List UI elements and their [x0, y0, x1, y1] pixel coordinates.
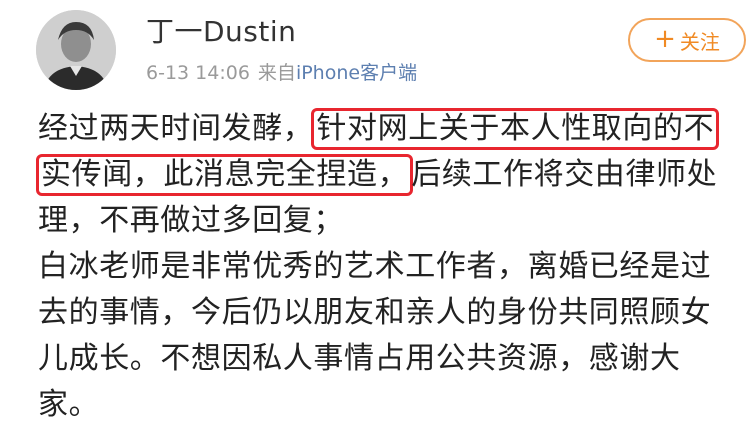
- text-line: 去的事情，今后仍以朋友和亲人的身份共同照顾女: [38, 290, 728, 336]
- text-segment: 去的事情，今后仍以朋友和亲人的身份共同照顾女: [38, 295, 712, 330]
- text-line: 家。: [38, 382, 728, 428]
- post-meta: 6-13 14:06 来自iPhone客户端: [146, 58, 417, 85]
- text-line: 实传闻，此消息完全捏造， 后续工作将交由律师处: [36, 152, 728, 198]
- post-source-prefix: 来自: [257, 62, 296, 84]
- post-body: 经过两天时间发酵， 针对网上关于本人性取向的不 实传闻，此消息完全捏造， 后续工作将…: [36, 106, 728, 428]
- text-segment: 儿成长。不想因私人事情占用公共资源，感谢大: [38, 341, 681, 376]
- post-time: 6-13 14:06: [146, 62, 250, 84]
- text-line: 理，不再做过多回复；: [38, 198, 728, 244]
- text-segment: 白冰老师是非常优秀的艺术工作者，离婚已经是过: [38, 249, 712, 284]
- highlighted-text: 针对网上关于本人性取向的不: [311, 108, 720, 150]
- post-header: 丁一Dustin 6-13 14:06 来自iPhone客户端 + 关注: [0, 0, 756, 100]
- avatar-image: [36, 10, 116, 90]
- text-segment: 理，不再做过多回复；: [38, 203, 344, 238]
- avatar[interactable]: [36, 10, 116, 90]
- text-segment: 家。: [38, 387, 100, 422]
- plus-icon: +: [654, 24, 676, 54]
- text-line: 白冰老师是非常优秀的艺术工作者，离婚已经是过: [38, 244, 728, 290]
- text-line: 经过两天时间发酵， 针对网上关于本人性取向的不: [38, 106, 728, 152]
- highlighted-text: 实传闻，此消息完全捏造，: [36, 154, 414, 196]
- follow-label: 关注: [679, 29, 720, 54]
- author-name[interactable]: 丁一Dustin: [146, 10, 296, 50]
- follow-button[interactable]: + 关注: [628, 18, 746, 62]
- text-line: 儿成长。不想因私人事情占用公共资源，感谢大: [38, 336, 728, 382]
- text-segment: 后续工作将交由律师处: [411, 157, 718, 192]
- post-client[interactable]: iPhone客户端: [296, 62, 417, 84]
- text-segment: 经过两天时间发酵，: [38, 111, 314, 146]
